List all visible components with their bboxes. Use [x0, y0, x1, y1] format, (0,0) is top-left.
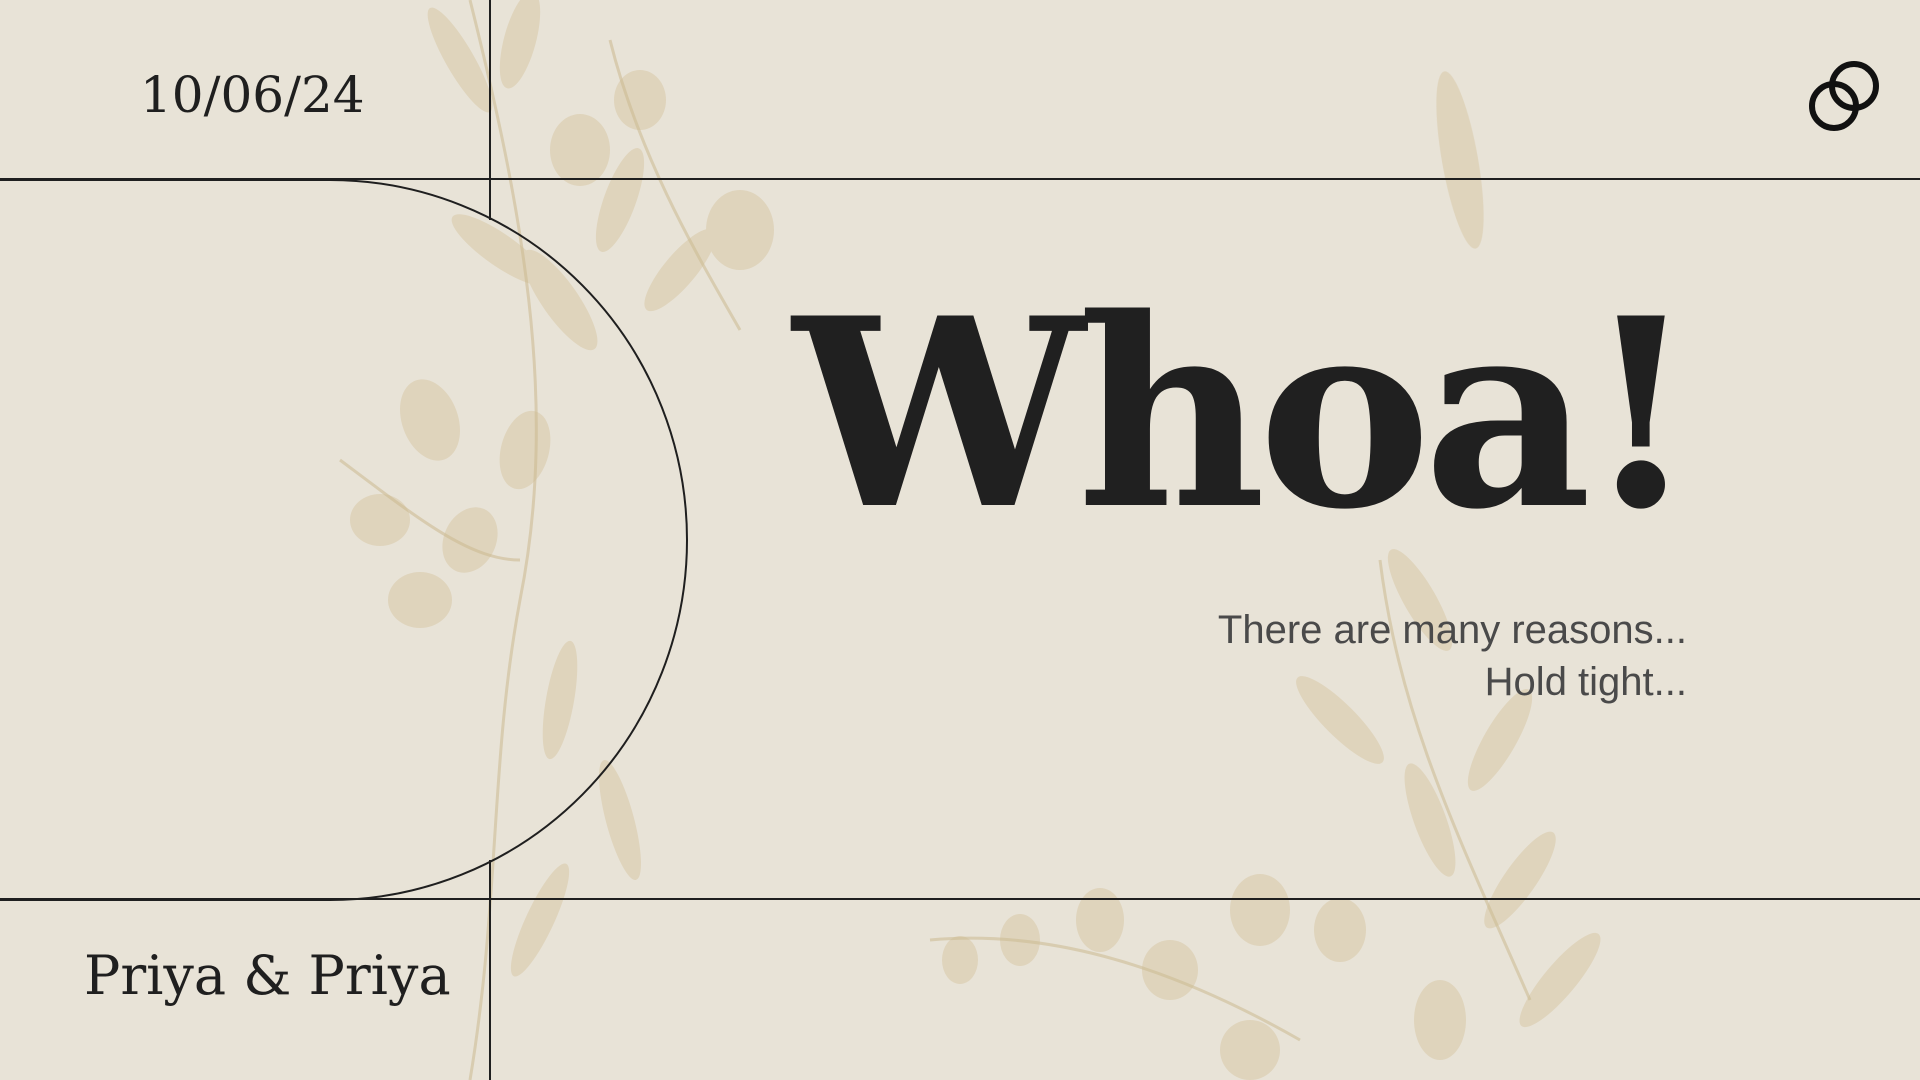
top-rule [0, 178, 1920, 180]
vertical-rule-top [489, 0, 491, 220]
vertical-rule-bottom [489, 860, 491, 1080]
subtext-line-1: There are many reasons... [1217, 608, 1687, 652]
linked-rings-icon [1809, 61, 1879, 131]
headline: Whoa! [792, 262, 1698, 567]
subtext: There are many reasons... Hold tight... [1087, 604, 1687, 708]
subtext-line-2: Hold tight... [1484, 660, 1687, 704]
slide: 10/06/24 Priya & Priya Whoa! There are m… [0, 0, 1920, 1080]
couple-names: Priya & Priya [84, 944, 451, 1007]
bottom-rule [0, 898, 1920, 900]
date-label: 10/06/24 [140, 66, 365, 124]
